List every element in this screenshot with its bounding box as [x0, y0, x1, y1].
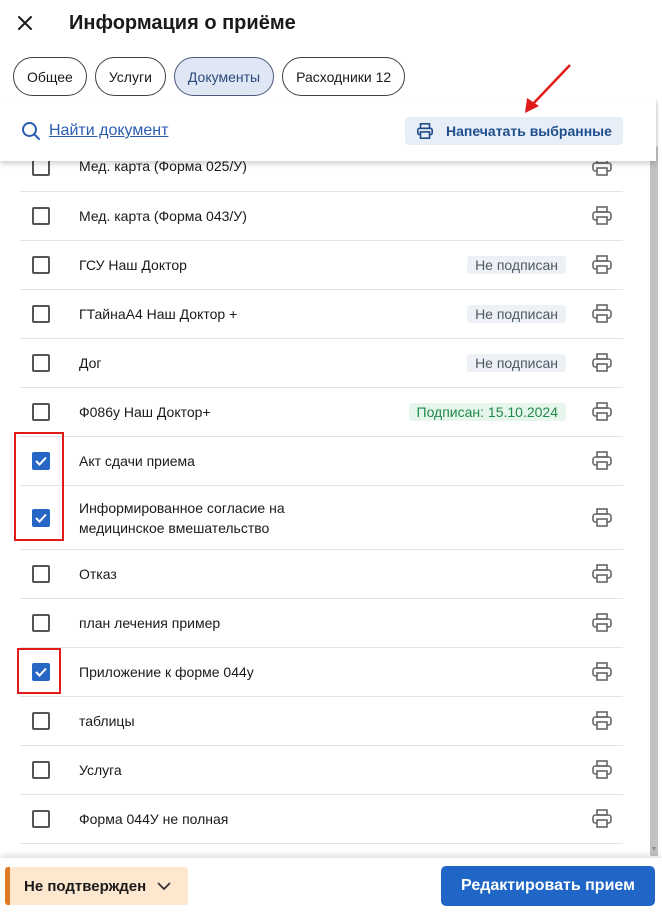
footer: Не подтвержден Редактировать прием	[0, 858, 662, 914]
printer-icon[interactable]	[591, 613, 613, 633]
document-checkbox[interactable]	[32, 712, 50, 730]
printer-icon[interactable]	[591, 255, 613, 275]
document-name: Ф086у Наш Доктор+	[79, 404, 211, 420]
document-name: Акт сдачи приема	[79, 453, 195, 469]
status-badge: Не подписан	[467, 256, 566, 274]
printer-icon[interactable]	[591, 353, 613, 373]
tab-general[interactable]: Общее	[13, 57, 87, 96]
document-name: Информированное согласие на медицинское …	[79, 500, 285, 536]
printer-icon[interactable]	[591, 451, 613, 471]
document-checkbox[interactable]	[32, 614, 50, 632]
edit-appointment-button[interactable]: Редактировать прием	[441, 866, 655, 906]
document-name: ГСУ Наш Доктор	[79, 257, 187, 273]
annotation-highlight-box	[14, 432, 64, 541]
list-item[interactable]: ГСУ Наш Доктор Не подписан	[20, 241, 623, 290]
print-selected-button[interactable]: Напечатать выбранные	[405, 117, 623, 145]
printer-icon[interactable]	[591, 508, 613, 528]
document-name: Отказ	[79, 566, 117, 582]
find-document-link[interactable]: Найти документ	[21, 121, 168, 141]
search-icon	[22, 122, 40, 140]
appointment-status-label: Не подтвержден	[24, 877, 147, 895]
document-name: Форма 044У не полная	[79, 811, 229, 827]
find-document-label: Найти документ	[49, 122, 169, 139]
printer-icon[interactable]	[591, 760, 613, 780]
document-name: таблицы	[79, 713, 135, 729]
list-item[interactable]: ГТайнаА4 Наш Доктор + Не подписан	[20, 290, 623, 339]
document-name: Мед. карта (Форма 043/У)	[79, 208, 247, 224]
document-name: план лечения пример	[79, 615, 221, 631]
list-item[interactable]: Услуга	[20, 746, 623, 795]
list-item[interactable]: план лечения пример	[20, 599, 623, 648]
tab-services[interactable]: Услуги	[94, 57, 166, 96]
list-item[interactable]: Дог Не подписан	[20, 339, 623, 388]
document-checkbox[interactable]	[32, 256, 50, 274]
tab-bar: Общее Услуги Документы Расходники 12	[13, 57, 406, 96]
printer-icon	[416, 122, 434, 140]
appointment-status-select[interactable]: Не подтвержден	[5, 867, 188, 905]
printer-icon[interactable]	[591, 711, 613, 731]
document-name: ГТайнаА4 Наш Доктор +	[79, 306, 238, 322]
status-badge: Подписан: 15.10.2024	[408, 403, 566, 421]
document-name: Приложение к форме 044у	[79, 664, 254, 680]
document-checkbox[interactable]	[32, 761, 50, 779]
header: Информация о приёме	[0, 0, 662, 48]
list-item[interactable]: таблицы	[20, 697, 623, 746]
printer-icon[interactable]	[591, 304, 613, 324]
printer-icon[interactable]	[591, 206, 613, 226]
page-title: Информация о приёме	[69, 12, 296, 34]
document-checkbox[interactable]	[32, 207, 50, 225]
tab-consumables[interactable]: Расходники 12	[282, 57, 406, 96]
list-item[interactable]: Мед. карта (Форма 043/У)	[20, 192, 623, 241]
document-name: Дог	[79, 355, 102, 371]
status-badge: Не подписан	[467, 354, 566, 372]
print-selected-label: Напечатать выбранные	[446, 123, 612, 139]
printer-icon[interactable]	[591, 564, 613, 584]
document-checkbox[interactable]	[32, 810, 50, 828]
list-item[interactable]: Акт сдачи приема	[20, 437, 623, 486]
close-button[interactable]	[12, 10, 38, 36]
printer-icon[interactable]	[591, 402, 613, 422]
document-name: Услуга	[79, 762, 122, 778]
list-item[interactable]: Форма 044У не полная	[20, 795, 623, 844]
annotation-arrow-icon	[525, 64, 571, 113]
list-item[interactable]: Приложение к форме 044у	[20, 648, 623, 697]
document-checkbox[interactable]	[32, 565, 50, 583]
list-item[interactable]: Информированное согласие на медицинское …	[20, 486, 623, 550]
document-checkbox[interactable]	[32, 354, 50, 372]
documents-panel: Мед. карта (Форма 025/У) Мед. карта (Фор…	[0, 100, 662, 858]
chevron-down-icon	[157, 882, 171, 891]
close-icon	[18, 16, 32, 30]
printer-icon[interactable]	[591, 662, 613, 682]
document-checkbox[interactable]	[32, 403, 50, 421]
document-list: Мед. карта (Форма 025/У) Мед. карта (Фор…	[20, 100, 623, 844]
document-checkbox[interactable]	[32, 305, 50, 323]
list-item[interactable]: Ф086у Наш Доктор+ Подписан: 15.10.2024	[20, 388, 623, 437]
status-badge: Не подписан	[467, 305, 566, 323]
tab-documents[interactable]: Документы	[173, 57, 275, 96]
annotation-highlight-box	[17, 648, 61, 694]
printer-icon[interactable]	[591, 809, 613, 829]
list-item[interactable]: Отказ	[20, 550, 623, 599]
